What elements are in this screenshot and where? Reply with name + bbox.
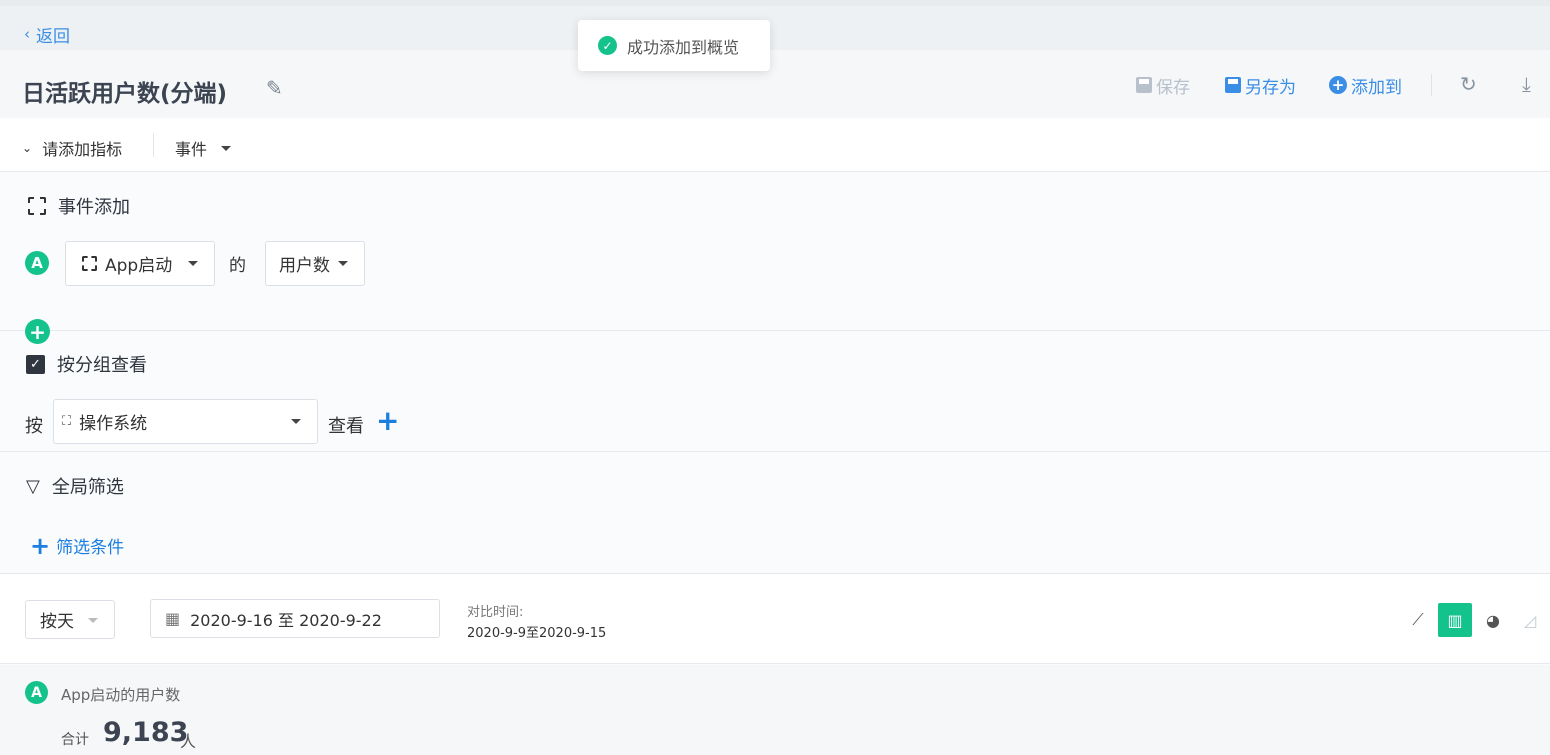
series-letter-badge: A: [25, 681, 48, 704]
date-range-value: 2020-9-16 至 2020-9-22: [190, 610, 382, 630]
bar-chart-icon: ▥: [1447, 610, 1463, 630]
checkbox-icon[interactable]: ✓: [26, 354, 45, 374]
add-filter-label: 筛选条件: [56, 538, 125, 558]
pie-chart-icon: ◕: [1486, 610, 1500, 630]
title-bar: 日活跃用户数(分端) ✎ 保存 另存为 + 添加到 ↻ ⤓: [0, 50, 1550, 118]
measure-select-value: 用户数: [279, 256, 330, 276]
summary-panel: A App启动的用户数 合计 9,183 人: [0, 665, 1550, 755]
add-filter-button[interactable]: + 筛选条件: [30, 531, 125, 560]
granularity-value: 按天: [40, 612, 74, 632]
line-chart-button[interactable]: ⟋: [1401, 603, 1435, 637]
event-section-label: 事件添加: [58, 197, 130, 218]
date-bar: 按天 ▦ 2020-9-16 至 2020-9-22 对比时间: 2020-9-…: [0, 573, 1550, 664]
area-chart-icon: ◿: [1523, 610, 1537, 630]
add-to-button[interactable]: + 添加到: [1329, 73, 1402, 98]
save-as-label: 另存为: [1245, 77, 1296, 98]
bar-chart-button[interactable]: ▥: [1438, 603, 1472, 637]
event-select-value: App启动: [105, 256, 173, 276]
event-select[interactable]: App启动: [65, 241, 215, 286]
save-label: 保存: [1156, 77, 1190, 98]
area-chart-button[interactable]: ◿: [1513, 603, 1547, 637]
group-section-label: 按分组查看: [57, 355, 147, 376]
compare-range: 2020-9-9至2020-9-15: [467, 626, 607, 641]
toast-message: 成功添加到概览: [627, 37, 740, 57]
group-section-title: ✓ 按分组查看: [26, 351, 147, 377]
group-suffix: 查看: [328, 416, 364, 437]
event-section-title: 事件添加: [28, 193, 130, 219]
plus-icon: +: [30, 531, 51, 560]
back-link[interactable]: ‹ 返回: [24, 22, 70, 48]
group-prefix: 按: [25, 416, 43, 437]
back-bar: ‹ 返回: [0, 6, 1550, 50]
success-toast: ✓ 成功添加到概览: [578, 20, 770, 71]
metric-toggle[interactable]: ⌄ 请添加指标: [22, 136, 122, 160]
filter-icon: ▽: [26, 475, 40, 497]
granularity-select[interactable]: 按天: [25, 600, 115, 639]
save-as-icon: [1225, 77, 1241, 93]
property-icon: ⛶: [62, 414, 72, 429]
event-type-label: 事件: [175, 140, 208, 159]
filter-section-title: ▽ 全局筛选: [26, 473, 124, 499]
caret-down-icon: [221, 145, 232, 151]
filter-section-label: 全局筛选: [51, 477, 124, 498]
pie-chart-button[interactable]: ◕: [1476, 603, 1510, 637]
group-by-value: 操作系统: [79, 414, 148, 434]
add-group-button[interactable]: +: [376, 407, 399, 435]
event-icon: [28, 197, 46, 215]
pencil-icon[interactable]: ✎: [266, 76, 283, 100]
refresh-icon[interactable]: ↻: [1460, 72, 1477, 96]
divider: [1431, 74, 1432, 96]
metric-bar: ⌄ 请添加指标 事件: [0, 118, 1550, 172]
chevron-down-icon: ⌄: [22, 141, 33, 155]
download-icon[interactable]: ⤓: [1522, 72, 1531, 96]
save-button[interactable]: 保存: [1136, 73, 1190, 98]
summary-metric-name: App启动的用户数: [61, 686, 181, 704]
metric-toggle-label: 请添加指标: [42, 140, 123, 159]
caret-down-icon: [291, 419, 301, 424]
check-circle-icon: ✓: [598, 36, 617, 55]
chevron-left-icon: ‹: [24, 25, 30, 43]
date-range-picker[interactable]: ▦ 2020-9-16 至 2020-9-22: [150, 599, 440, 638]
event-type-dropdown[interactable]: 事件: [175, 136, 232, 160]
event-icon: [82, 256, 97, 271]
series-letter-badge: A: [25, 251, 49, 275]
total-value: 9,183: [103, 717, 189, 748]
calendar-icon: ▦: [165, 609, 181, 628]
caret-down-icon: [338, 261, 348, 266]
connector-text: 的: [229, 256, 246, 276]
total-label: 合计: [61, 732, 89, 748]
measure-select[interactable]: 用户数: [265, 241, 365, 286]
caret-down-icon: [188, 261, 198, 266]
back-label: 返回: [36, 27, 70, 47]
add-metric-button[interactable]: +: [25, 319, 50, 344]
page-title: 日活跃用户数(分端): [22, 81, 228, 107]
divider: [0, 451, 1550, 452]
caret-down-icon: [88, 618, 98, 623]
plus-circle-icon: +: [1329, 76, 1347, 94]
line-chart-icon: ⟋: [1412, 610, 1424, 629]
divider: [153, 133, 154, 157]
save-icon: [1136, 77, 1152, 93]
group-by-select[interactable]: ⛶ 操作系统: [53, 399, 318, 444]
compare-label: 对比时间:: [467, 605, 524, 620]
save-as-button[interactable]: 另存为: [1225, 73, 1296, 98]
add-to-label: 添加到: [1351, 77, 1402, 98]
total-unit: 人: [180, 732, 197, 751]
divider: [0, 330, 1550, 331]
